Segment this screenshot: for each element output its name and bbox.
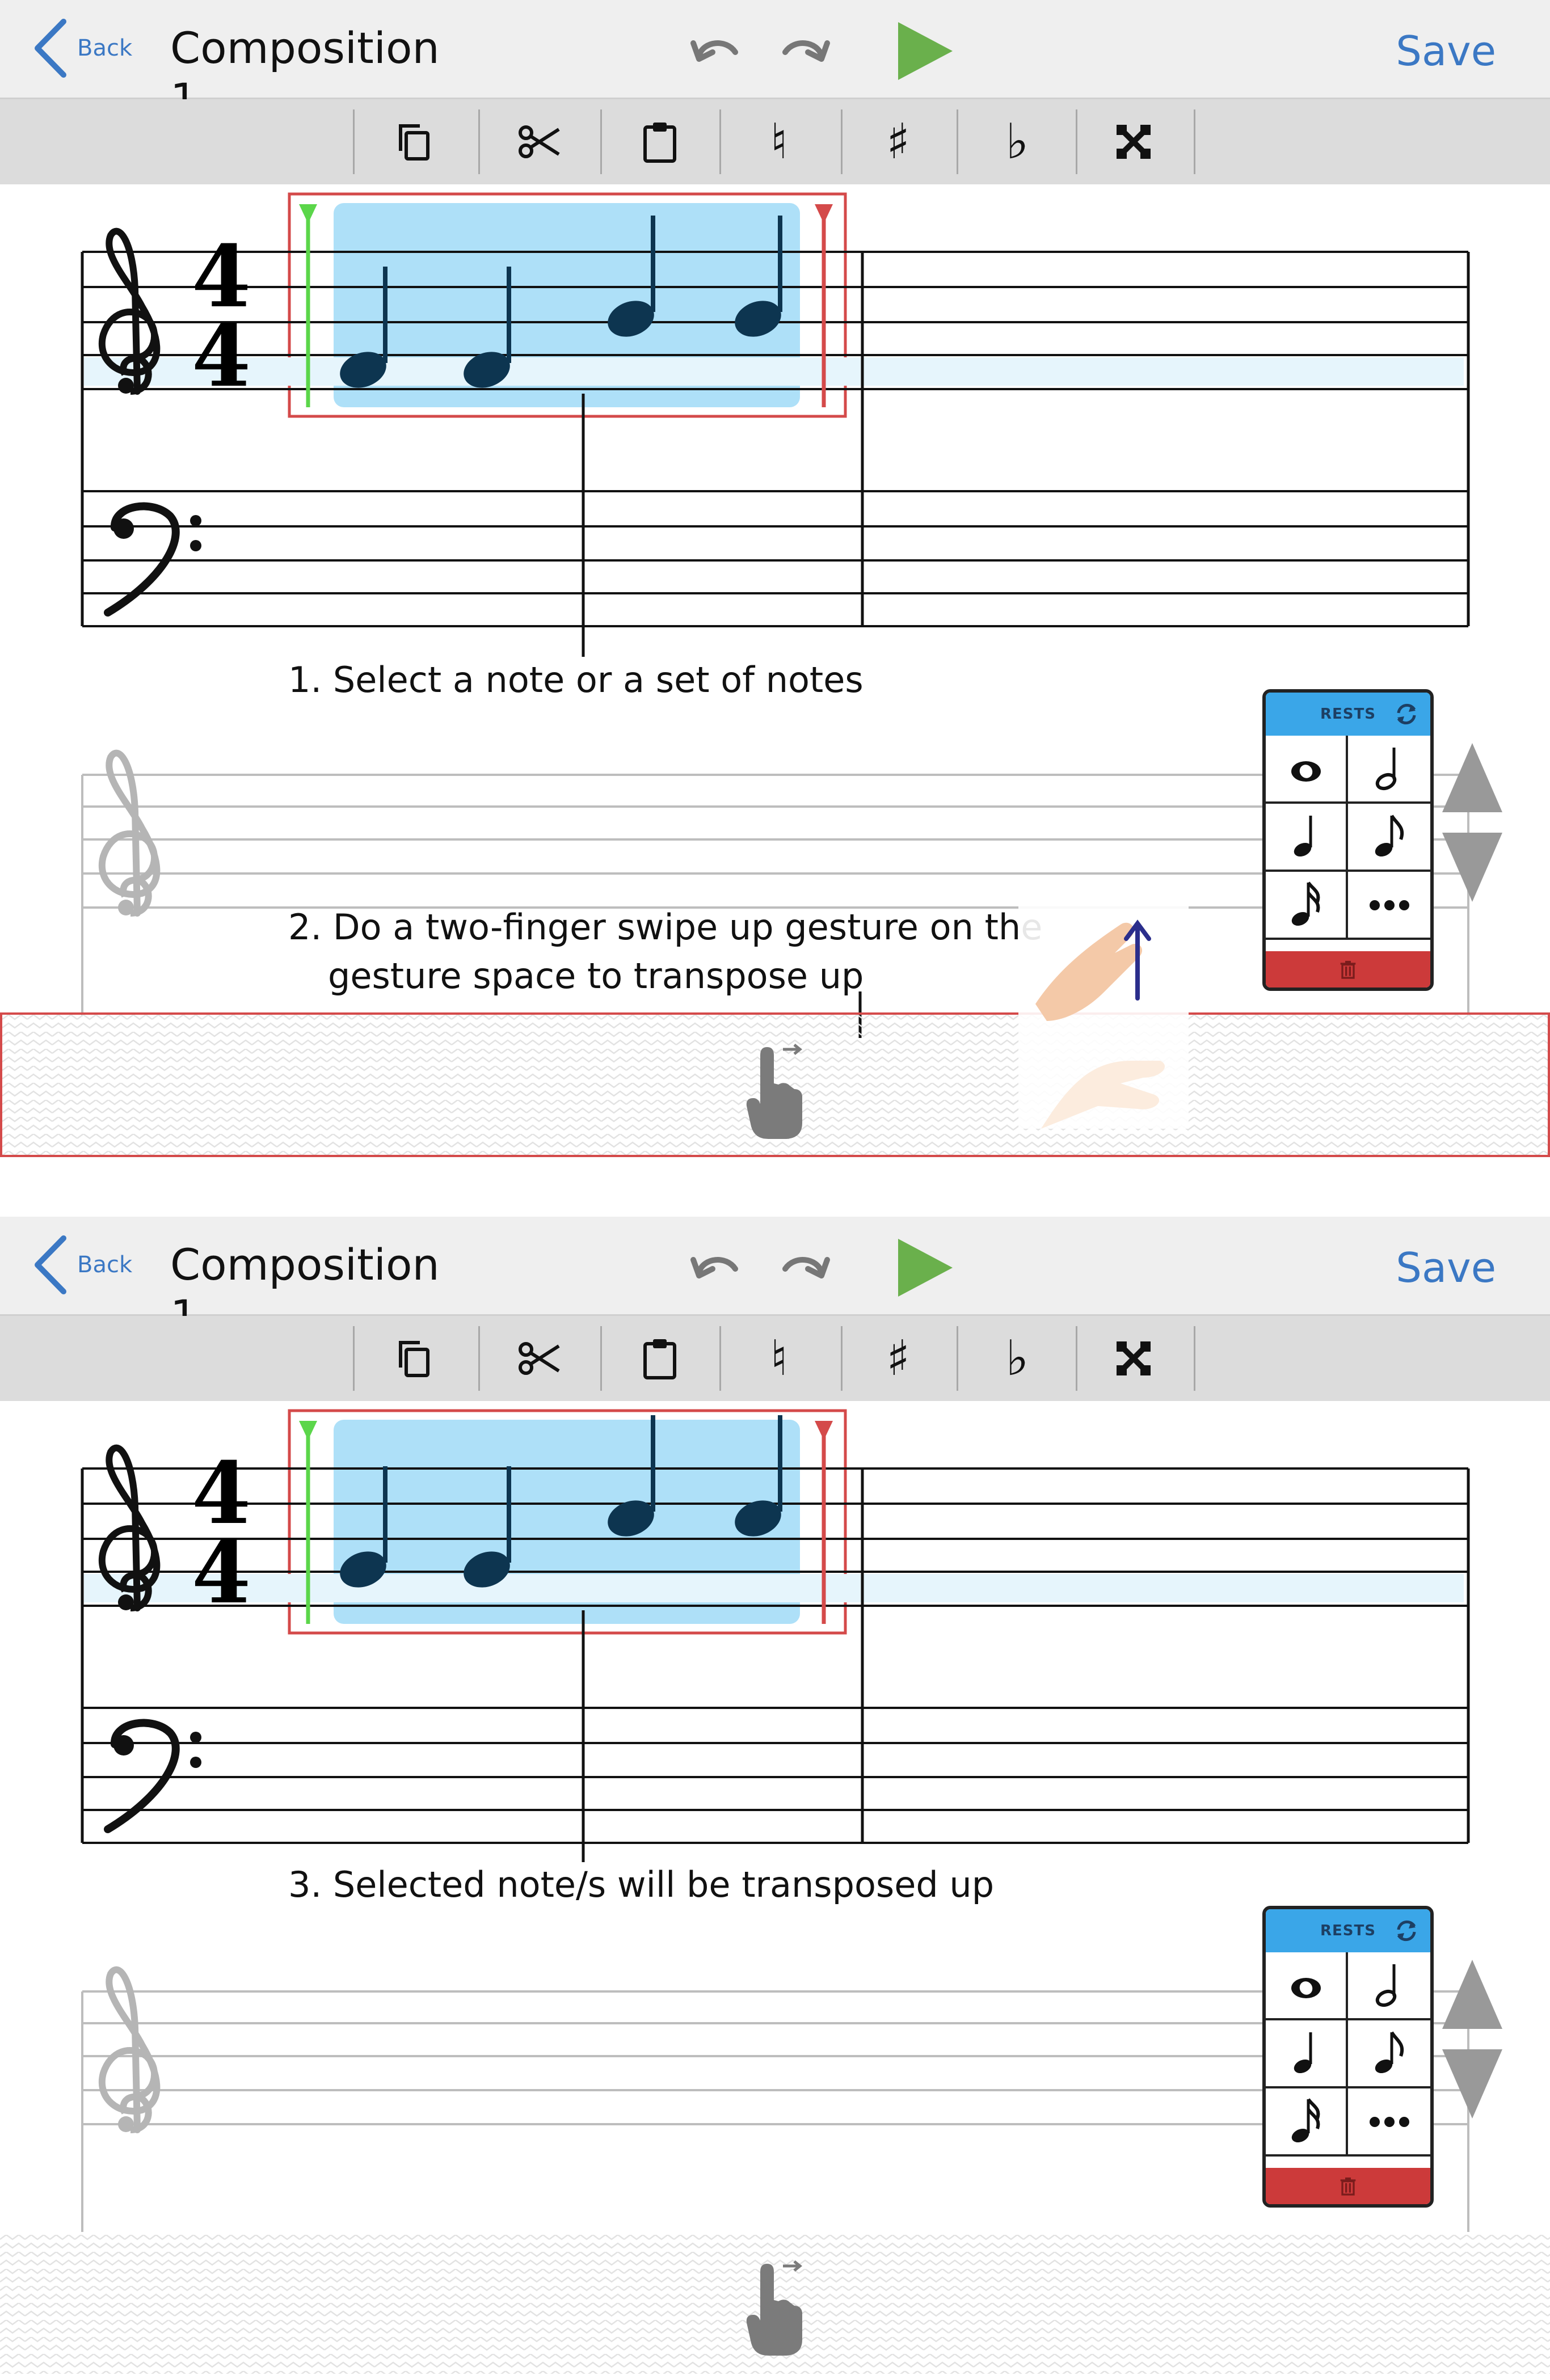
half-note-icon: [1375, 1964, 1396, 2007]
refresh-icon[interactable]: [1393, 1917, 1420, 1944]
sixteenth-note-button[interactable]: [1266, 2088, 1348, 2157]
half-note-button[interactable]: [1348, 1952, 1430, 2020]
panel-step-1: Back Composition 1 Save ♮ ♯ ♭: [0, 0, 1550, 1157]
trash-icon: [1340, 961, 1356, 979]
quarter-note-button[interactable]: [1266, 804, 1348, 872]
quarter-note-icon: [1294, 2032, 1312, 2074]
scroll-arrows[interactable]: [1441, 737, 1503, 908]
sixteenth-note-icon: [1291, 2098, 1320, 2143]
bass-staff: [82, 1707, 1468, 1844]
two-finger-swipe-icon: [1018, 891, 1189, 1129]
treble-clef-faded-icon: [102, 1970, 157, 2132]
hand-pointer-icon: [743, 2260, 806, 2357]
scroll-arrows[interactable]: [1441, 1954, 1503, 2124]
half-note-button[interactable]: [1348, 736, 1430, 804]
rests-palette: RESTS: [1262, 1906, 1434, 2208]
step-2-caption-line2: gesture space to transpose up: [328, 955, 864, 997]
time-signature-bottom: 4: [192, 306, 251, 406]
start-marker-icon: [299, 1421, 317, 1440]
whole-note-icon: [1291, 1978, 1321, 1998]
delete-button[interactable]: [1266, 2168, 1430, 2204]
hand-pointer-icon: [743, 1044, 806, 1140]
staff-line-highlight: [84, 357, 1464, 386]
more-icon: [1369, 2117, 1409, 2127]
delete-button[interactable]: [1266, 951, 1430, 988]
staff-line-highlight: [84, 1574, 1464, 1602]
whole-note-icon: [1291, 761, 1321, 782]
eighth-note-button[interactable]: [1348, 2020, 1430, 2088]
quarter-note-button[interactable]: [1266, 2020, 1348, 2088]
bass-staff: [82, 490, 1468, 627]
arrow-up-icon[interactable]: [1442, 1960, 1502, 2029]
whole-note-button[interactable]: [1266, 1952, 1348, 2020]
sixteenth-note-icon: [1291, 881, 1320, 926]
whole-note-button[interactable]: [1266, 736, 1348, 804]
palette-header[interactable]: RESTS: [1266, 693, 1430, 736]
step-1-caption: 1. Select a note or a set of notes: [288, 659, 864, 701]
eighth-note-icon: [1375, 815, 1404, 857]
end-marker-icon: [815, 204, 833, 223]
panel-step-3: Back Composition 1 Save ♮ ♯ ♭: [0, 1217, 1550, 2374]
eighth-note-button[interactable]: [1348, 804, 1430, 872]
refresh-icon[interactable]: [1393, 701, 1420, 728]
treble-clef-faded-icon: [102, 753, 157, 915]
palette-header-label: RESTS: [1320, 1922, 1376, 1939]
arrow-up-icon[interactable]: [1442, 743, 1502, 812]
palette-header-label: RESTS: [1320, 706, 1376, 723]
quarter-note-icon: [1294, 816, 1312, 857]
next-staff: [81, 1990, 1469, 2232]
rests-palette: RESTS: [1262, 689, 1434, 991]
start-marker-icon: [299, 204, 317, 223]
more-options-button[interactable]: [1348, 872, 1430, 940]
more-icon: [1369, 900, 1409, 910]
half-note-icon: [1375, 748, 1396, 791]
sixteenth-note-button[interactable]: [1266, 872, 1348, 940]
step-2-caption-line1: 2. Do a two-finger swipe up gesture on t…: [288, 906, 1043, 948]
time-signature-bottom: 4: [192, 1523, 251, 1623]
trash-icon: [1340, 2178, 1356, 2196]
more-options-button[interactable]: [1348, 2088, 1430, 2157]
end-marker-icon: [815, 1421, 833, 1440]
eighth-note-icon: [1375, 2031, 1404, 2074]
arrow-down-icon[interactable]: [1442, 2049, 1502, 2119]
arrow-down-icon[interactable]: [1442, 833, 1502, 902]
step-3-caption: 3. Selected note/s will be transposed up: [288, 1864, 995, 1905]
palette-header[interactable]: RESTS: [1266, 1909, 1430, 1952]
